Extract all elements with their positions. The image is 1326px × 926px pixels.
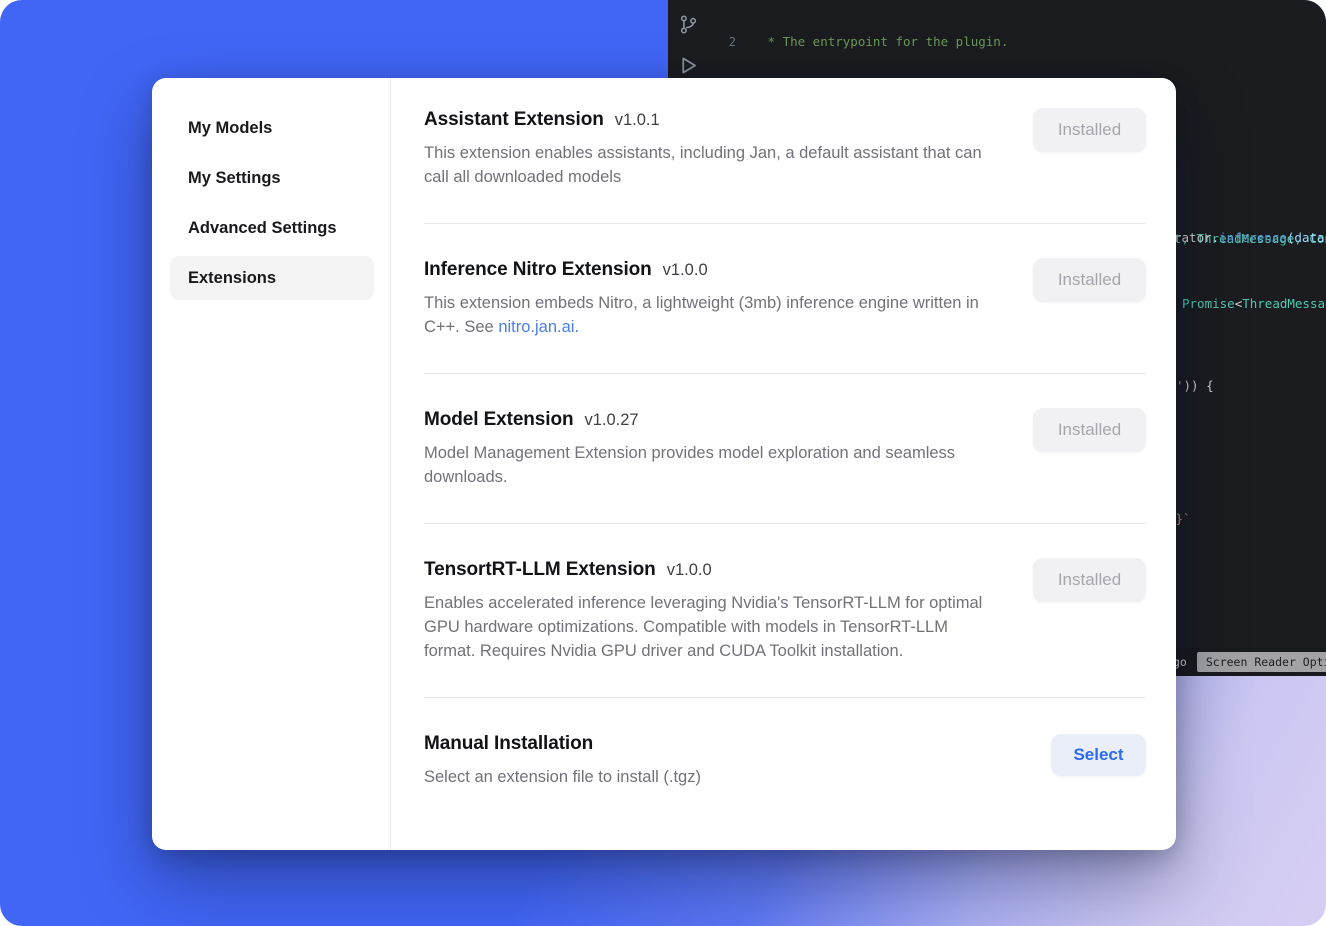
extension-row-inference-nitro: Inference Nitro Extension v1.0.0 This ex… — [424, 224, 1146, 374]
extension-version: v1.0.1 — [615, 108, 660, 132]
extension-name: Inference Nitro Extension — [424, 258, 652, 282]
nitro-jan-ai-link[interactable]: nitro.jan.ai. — [498, 318, 579, 336]
screenshot-root: 2 * The entrypoint for the plugin. 3 */ … — [0, 0, 1326, 926]
extension-description: This extension enables assistants, inclu… — [424, 141, 1002, 189]
sidebar-item-my-settings[interactable]: My Settings — [170, 156, 374, 200]
settings-modal: My Models My Settings Advanced Settings … — [152, 78, 1176, 850]
extension-description: Enables accelerated inference leveraging… — [424, 591, 1002, 663]
extension-name: Assistant Extension — [424, 108, 604, 132]
run-debug-icon[interactable] — [678, 55, 699, 76]
activity-bar — [678, 14, 699, 76]
code-line: 2 * The entrypoint for the plugin. — [718, 34, 1326, 50]
extension-version: v1.0.27 — [584, 408, 638, 432]
extension-row-model: Model Extension v1.0.27 Model Management… — [424, 374, 1146, 524]
sidebar-item-extensions[interactable]: Extensions — [170, 256, 374, 300]
extension-description: This extension embeds Nitro, a lightweig… — [424, 291, 1002, 339]
code-comment: * The entrypoint for the plugin. — [760, 34, 1008, 49]
extension-row-tensorrt-llm: TensortRT-LLM Extension v1.0.0 Enables a… — [424, 524, 1146, 698]
code-fragment: Promise<ThreadMessage> — [1182, 296, 1326, 311]
extensions-panel: Assistant Extension v1.0.1 This extensio… — [391, 78, 1176, 850]
line-number: 2 — [718, 34, 736, 50]
installed-button[interactable]: Installed — [1033, 408, 1146, 452]
screen-reader-status-chip[interactable]: Screen Reader Optimized — [1197, 652, 1326, 672]
manual-installation-description: Select an extension file to install (.tg… — [424, 765, 1002, 789]
manual-installation-row: Manual Installation Select an extension … — [424, 698, 1146, 823]
sidebar-item-my-models[interactable]: My Models — [170, 106, 374, 150]
extension-name: TensortRT-LLM Extension — [424, 558, 656, 582]
installed-button[interactable]: Installed — [1033, 558, 1146, 602]
code-fragment: ')) { — [1176, 378, 1214, 393]
source-control-icon[interactable] — [678, 14, 699, 35]
select-file-button[interactable]: Select — [1051, 734, 1146, 776]
extension-row-assistant: Assistant Extension v1.0.1 This extensio… — [424, 78, 1146, 224]
settings-sidebar: My Models My Settings Advanced Settings … — [152, 78, 391, 850]
manual-installation-title: Manual Installation — [424, 732, 593, 756]
sidebar-item-advanced-settings[interactable]: Advanced Settings — [170, 206, 374, 250]
extension-version: v1.0.0 — [667, 558, 712, 582]
installed-button[interactable]: Installed — [1033, 108, 1146, 152]
code-fragment: rator.inference(data)); — [1174, 230, 1326, 245]
extension-version: v1.0.0 — [663, 258, 708, 282]
extension-name: Model Extension — [424, 408, 573, 432]
installed-button[interactable]: Installed — [1033, 258, 1146, 302]
extension-description: Model Management Extension provides mode… — [424, 441, 1002, 489]
